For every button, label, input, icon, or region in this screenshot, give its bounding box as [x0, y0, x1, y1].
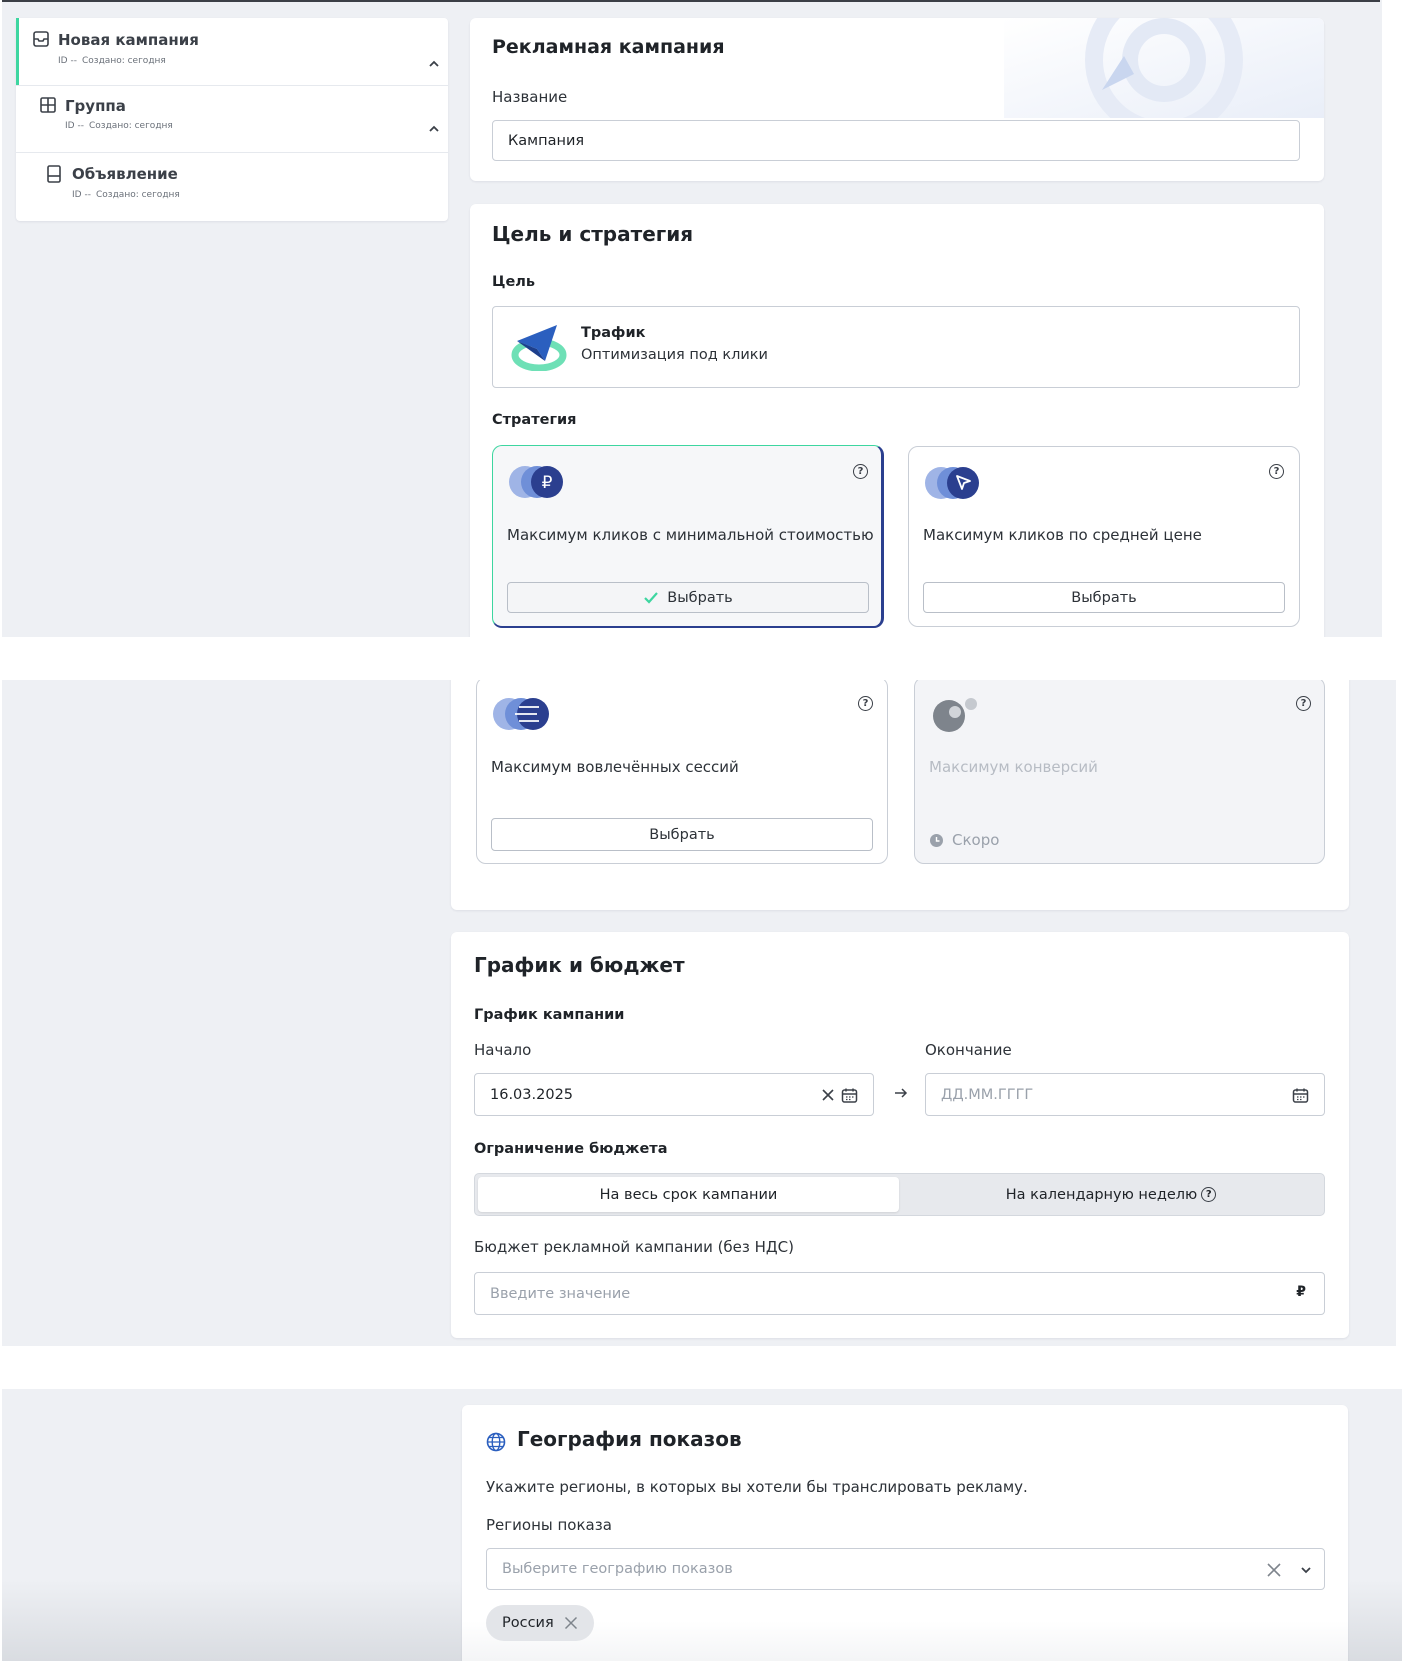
remove-chip-icon[interactable]	[564, 1616, 578, 1630]
tab-calendar-week[interactable]: На календарную неделю ?	[899, 1177, 1323, 1212]
start-date-value: 16.03.2025	[490, 1086, 574, 1103]
start-date-input[interactable]: 16.03.2025	[474, 1073, 874, 1116]
goal-strategy-title: Цель и стратегия	[492, 222, 694, 246]
sidebar-item-created: Создано: сегодня	[96, 190, 180, 200]
start-label: Начало	[474, 1041, 532, 1059]
strategy-card-min-cost[interactable]: ₽ ? Максимум кликов с минимальной стоимо…	[492, 445, 884, 628]
inbox-icon	[33, 31, 49, 47]
strategy-card-sessions[interactable]: ? Максимум вовлечённых сессий Выбрать	[476, 680, 888, 864]
sidebar-item-id: ID --	[65, 121, 84, 131]
status-soon: Скоро	[952, 831, 1000, 849]
top-border	[2, 0, 1380, 2]
currency-symbol: ₽	[1296, 1284, 1306, 1300]
goal-strategy-card: Цель и стратегия Цель Трафик Оптимизация…	[470, 204, 1324, 637]
sidebar-item-group[interactable]: Группа ID -- Создано: сегодня	[16, 86, 448, 153]
goal-label: Цель	[492, 274, 536, 290]
regions-placeholder: Выберите географию показов	[502, 1561, 733, 1577]
sidebar-item-campaign[interactable]: Новая кампания ID -- Создано: сегодня	[16, 18, 448, 86]
budget-limit-label: Ограничение бюджета	[474, 1141, 668, 1157]
sidebar-item-label: Объявление	[72, 165, 178, 183]
end-date-placeholder: ДД.ММ.ГГГГ	[941, 1086, 1034, 1103]
clear-icon[interactable]	[821, 1088, 835, 1102]
clock-icon	[930, 834, 943, 847]
sidebar-item-id: ID --	[72, 190, 91, 200]
strategy-text: Максимум кликов по средней цене	[923, 526, 1202, 544]
chevron-down-icon[interactable]	[1300, 1564, 1312, 1576]
campaign-decoration-icon	[1004, 18, 1324, 118]
schedule-section-label: График кампании	[474, 1007, 625, 1023]
sidebar-item-id: ID --	[58, 56, 77, 66]
sidebar-item-label: Группа	[65, 97, 126, 115]
sidebar-item-created: Создано: сегодня	[82, 56, 166, 66]
campaign-card: Рекламная кампания Название Кампания	[470, 18, 1324, 181]
top-panel: Новая кампания ID -- Создано: сегодня Гр…	[2, 0, 1382, 637]
regions-select[interactable]: Выберите географию показов	[486, 1548, 1325, 1590]
check-icon	[644, 591, 659, 604]
help-icon[interactable]: ?	[858, 696, 873, 711]
help-icon[interactable]: ?	[1201, 1187, 1217, 1202]
strategy-label: Стратегия	[492, 412, 577, 428]
sidebar-item-label: Новая кампания	[58, 31, 199, 49]
sidebar-item-ad[interactable]: Объявление ID -- Создано: сегодня	[16, 153, 448, 221]
grid-icon	[40, 97, 56, 113]
document-icon	[47, 165, 61, 183]
bottom-panel: География показов Укажите регионы, в кот…	[2, 1389, 1402, 1661]
sidebar-tree: Новая кампания ID -- Создано: сегодня Гр…	[16, 18, 448, 221]
regions-label: Регионы показа	[486, 1516, 612, 1534]
calendar-icon[interactable]	[1292, 1087, 1309, 1104]
geo-description: Укажите регионы, в которых вы хотели бы …	[486, 1478, 1028, 1496]
schedule-budget-title: График и бюджет	[474, 953, 685, 977]
tab-whole-period[interactable]: На весь срок кампании	[478, 1177, 899, 1212]
goal-option-traffic[interactable]: Трафик Оптимизация под клики	[492, 306, 1300, 388]
goal-strategy-card-continued: ? Максимум вовлечённых сессий Выбрать ? …	[451, 680, 1349, 910]
sessions-coin-icon	[493, 698, 549, 730]
campaign-title: Рекламная кампания	[492, 36, 725, 58]
select-button-label: Выбрать	[1071, 589, 1137, 606]
goal-description: Оптимизация под клики	[581, 347, 768, 363]
help-icon[interactable]: ?	[853, 464, 868, 479]
strategy-card-avg-price[interactable]: ? Максимум кликов по средней цене Выбрат…	[908, 446, 1300, 627]
region-chip[interactable]: Россия	[486, 1605, 594, 1641]
tab-label: На весь срок кампании	[599, 1186, 778, 1203]
end-date-input[interactable]: ДД.ММ.ГГГГ	[925, 1073, 1325, 1116]
campaign-name-value: Кампания	[508, 132, 585, 149]
name-label: Название	[492, 88, 568, 106]
budget-limit-tabs: На весь срок кампании На календарную нед…	[474, 1173, 1325, 1216]
help-icon[interactable]: ?	[1296, 696, 1311, 711]
budget-placeholder: Введите значение	[490, 1285, 631, 1302]
select-button-label: Выбрать	[667, 589, 733, 606]
clear-icon[interactable]	[1266, 1562, 1282, 1578]
select-button[interactable]: Выбрать	[923, 582, 1285, 613]
calendar-icon[interactable]	[841, 1087, 858, 1104]
chevron-up-icon[interactable]	[428, 123, 440, 135]
strategy-text: Максимум кликов с минимальной стоимостью	[507, 526, 874, 544]
strategy-card-conversions: ? Максимум конверсий Скоро	[914, 680, 1325, 864]
budget-label: Бюджет рекламной кампании (без НДС)	[474, 1238, 794, 1256]
strategy-text: Максимум конверсий	[929, 758, 1098, 776]
geo-card: География показов Укажите регионы, в кот…	[462, 1405, 1348, 1661]
traffic-icon	[511, 325, 567, 371]
help-icon[interactable]: ?	[1269, 464, 1284, 479]
goal-name: Трафик	[581, 325, 646, 341]
svg-text:₽: ₽	[542, 473, 553, 493]
middle-panel: ? Максимум вовлечённых сессий Выбрать ? …	[2, 680, 1396, 1346]
strategy-text: Максимум вовлечённых сессий	[491, 758, 739, 776]
budget-input[interactable]: Введите значение ₽	[474, 1272, 1325, 1315]
ruble-coin-icon: ₽	[509, 466, 563, 498]
end-label: Окончание	[925, 1041, 1012, 1059]
geo-title: География показов	[517, 1427, 742, 1451]
select-button[interactable]: Выбрать	[507, 582, 869, 613]
globe-icon	[486, 1432, 506, 1452]
cursor-coin-icon	[925, 467, 979, 499]
select-button-label: Выбрать	[649, 826, 715, 843]
sidebar-item-created: Создано: сегодня	[89, 121, 173, 131]
chevron-up-icon[interactable]	[428, 58, 440, 70]
campaign-name-input[interactable]: Кампания	[492, 120, 1300, 161]
conversions-icon	[933, 698, 977, 732]
schedule-budget-card: График и бюджет График кампании Начало О…	[451, 932, 1349, 1338]
tab-label: На календарную неделю	[1005, 1186, 1198, 1203]
arrow-right-icon	[895, 1088, 908, 1098]
select-button[interactable]: Выбрать	[491, 818, 873, 851]
region-chip-label: Россия	[502, 1615, 554, 1631]
